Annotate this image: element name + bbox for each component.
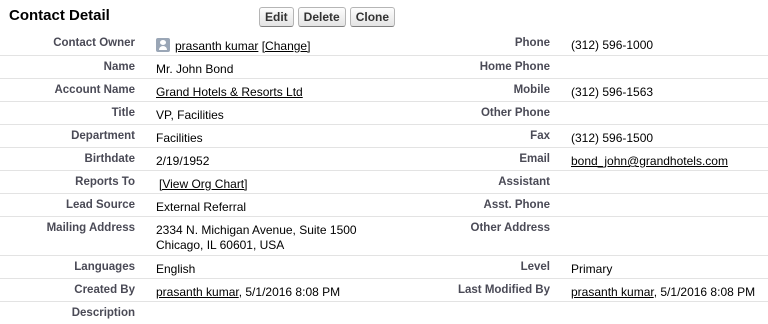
- languages-value: English: [156, 262, 196, 276]
- contact-owner-label: Contact Owner: [53, 37, 135, 49]
- fax-value: (312) 596-1500: [571, 131, 654, 145]
- mailing-address-label: Mailing Address: [46, 222, 135, 234]
- mobile-label: Mobile: [513, 84, 550, 96]
- page-title: Contact Detail: [9, 7, 110, 24]
- name-label: Name: [103, 61, 135, 73]
- level-label: Level: [520, 261, 550, 273]
- birthdate-label: Birthdate: [84, 153, 135, 165]
- birthdate-value: 2/19/1952: [156, 154, 210, 168]
- detail-header: Contact Detail Edit Delete Clone: [0, 0, 768, 34]
- last-modified-by-label: Last Modified By: [457, 284, 550, 296]
- row-contact-owner: Contact Owner prasanth kumar [Change] Ph…: [0, 34, 768, 56]
- fax-label: Fax: [530, 130, 550, 142]
- last-modified-by-value: prasanth kumar, 5/1/2016 8:08 PM: [571, 285, 755, 300]
- contact-owner-link[interactable]: prasanth kumar: [175, 39, 258, 53]
- lead-source-value: External Referral: [156, 200, 247, 214]
- mailing-address-line2: Chicago, IL 60601, USA: [156, 238, 285, 252]
- title-value: VP, Facilities: [156, 108, 224, 122]
- created-by-user-link[interactable]: prasanth kumar: [156, 285, 239, 299]
- phone-label: Phone: [514, 37, 550, 49]
- contact-owner-value: prasanth kumar [Change]: [156, 38, 310, 54]
- row-department: Department Facilities Fax (312) 596-1500: [0, 125, 768, 148]
- department-label: Department: [71, 130, 135, 142]
- created-by-date: , 5/1/2016 8:08 PM: [238, 285, 341, 299]
- assistant-label: Assistant: [498, 176, 550, 188]
- reports-to-label: Reports To: [75, 176, 135, 188]
- last-modified-by-date: , 5/1/2016 8:08 PM: [653, 285, 756, 299]
- asst-phone-label: Asst. Phone: [483, 199, 550, 211]
- last-modified-by-user-link[interactable]: prasanth kumar: [571, 285, 654, 299]
- name-value: Mr. John Bond: [156, 62, 234, 76]
- view-org-chart-link[interactable]: [View Org Chart]: [159, 177, 247, 192]
- level-value: Primary: [571, 262, 613, 276]
- edit-button[interactable]: Edit: [259, 7, 294, 27]
- email-label: Email: [519, 153, 550, 165]
- description-label: Description: [71, 307, 135, 319]
- button-bar: Edit Delete Clone: [259, 7, 396, 27]
- row-birthdate: Birthdate 2/19/1952 Email bond_john@gran…: [0, 148, 768, 171]
- user-avatar-icon: [156, 38, 170, 52]
- delete-button[interactable]: Delete: [297, 7, 346, 27]
- email-link[interactable]: bond_john@grandhotels.com: [571, 154, 728, 169]
- change-owner-link[interactable]: [Change]: [262, 39, 311, 53]
- created-by-label: Created By: [74, 284, 135, 296]
- row-mailing-address: Mailing Address 2334 N. Michigan Avenue,…: [0, 217, 768, 256]
- lead-source-label: Lead Source: [65, 199, 135, 211]
- row-title: Title VP, Facilities Other Phone: [0, 102, 768, 125]
- phone-value: (312) 596-1000: [571, 38, 654, 52]
- account-name-link[interactable]: Grand Hotels & Resorts Ltd: [156, 85, 303, 100]
- row-account-name: Account Name Grand Hotels & Resorts Ltd …: [0, 79, 768, 102]
- row-reports-to: Reports To [View Org Chart] Assistant: [0, 171, 768, 194]
- clone-button[interactable]: Clone: [349, 7, 396, 27]
- title-label: Title: [111, 107, 135, 119]
- row-name: Name Mr. John Bond Home Phone: [0, 56, 768, 79]
- account-name-label: Account Name: [54, 84, 135, 96]
- row-created-by: Created By prasanth kumar, 5/1/2016 8:08…: [0, 279, 768, 302]
- home-phone-label: Home Phone: [479, 61, 550, 73]
- department-value: Facilities: [156, 131, 203, 145]
- row-languages: Languages English Level Primary: [0, 256, 768, 279]
- row-lead-source: Lead Source External Referral Asst. Phon…: [0, 194, 768, 217]
- mobile-value: (312) 596-1563: [571, 85, 654, 99]
- languages-label: Languages: [74, 261, 135, 273]
- created-by-value: prasanth kumar, 5/1/2016 8:08 PM: [156, 285, 340, 300]
- other-address-label: Other Address: [470, 222, 550, 234]
- other-phone-label: Other Phone: [480, 107, 550, 119]
- mailing-address-line1: 2334 N. Michigan Avenue, Suite 1500: [156, 223, 357, 237]
